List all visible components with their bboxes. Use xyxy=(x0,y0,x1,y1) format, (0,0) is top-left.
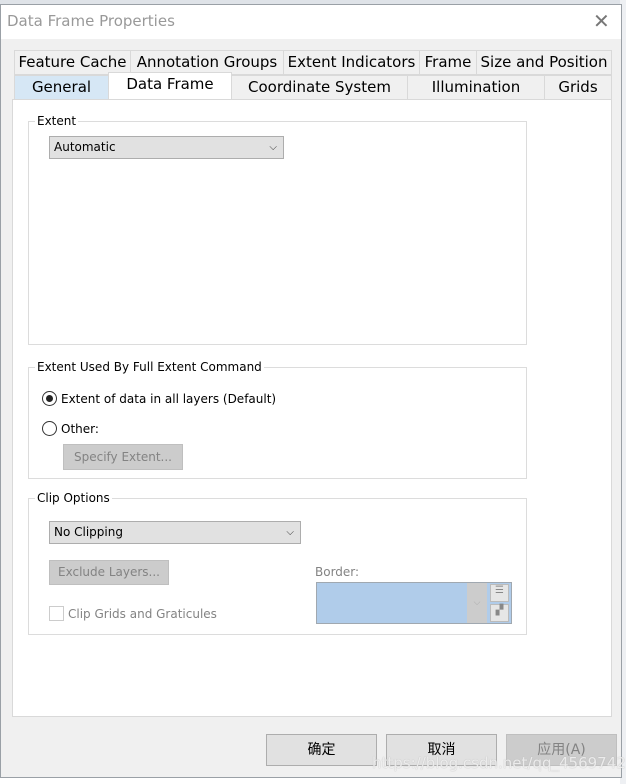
title-bar: Data Frame Properties ✕ xyxy=(1,5,621,39)
ok-button[interactable]: 确定 xyxy=(266,734,377,766)
style-icon[interactable]: ▞ xyxy=(490,604,509,622)
clip-options-group: Clip Options No Clipping ⌵ Exclude Layers… xyxy=(28,491,527,635)
extent-group: Extent Automatic ⌵ xyxy=(28,114,527,345)
window-title: Data Frame Properties xyxy=(7,12,175,30)
border-label: Border: xyxy=(315,565,360,579)
tab-grids[interactable]: Grids xyxy=(544,75,612,100)
border-selector[interactable]: ⌵ ☰ ▞ xyxy=(316,582,512,624)
full-extent-group: Extent Used By Full Extent Command Exten… xyxy=(28,360,527,479)
extent-label: Extent xyxy=(35,114,79,128)
tab-illumination[interactable]: Illumination xyxy=(407,75,545,100)
radio-default-extent[interactable] xyxy=(42,391,57,406)
clip-dropdown[interactable]: No Clipping ⌵ xyxy=(49,521,301,544)
tab-data-frame[interactable]: Data Frame xyxy=(108,72,232,99)
clip-grids-checkbox[interactable] xyxy=(49,606,64,621)
clip-value: No Clipping xyxy=(54,525,123,539)
clip-options-label: Clip Options xyxy=(35,491,112,505)
exclude-layers-button[interactable]: Exclude Layers... xyxy=(49,560,169,585)
dialog: Data Frame Properties ✕ Feature Cache An… xyxy=(0,4,622,778)
default-extent-label: Extent of data in all layers (Default) xyxy=(61,392,277,406)
chevron-down-icon: ⌵ xyxy=(269,142,277,153)
tab-coordinate-system[interactable]: Coordinate System xyxy=(231,75,408,100)
tab-extent-indicators[interactable]: Extent Indicators xyxy=(283,50,420,75)
tab-panel: Extent Automatic ⌵ Extent Used By Full Ex… xyxy=(12,99,612,717)
tab-frame[interactable]: Frame xyxy=(419,50,477,75)
close-icon[interactable]: ✕ xyxy=(593,9,610,33)
extent-dropdown[interactable]: Automatic ⌵ xyxy=(49,136,284,159)
extent-value: Automatic xyxy=(54,140,116,154)
chevron-down-icon[interactable]: ⌵ xyxy=(467,583,487,623)
tab-general[interactable]: General xyxy=(14,75,109,100)
clip-grids-label: Clip Grids and Graticules xyxy=(68,607,217,621)
radio-other-extent[interactable] xyxy=(42,421,57,436)
full-extent-label: Extent Used By Full Extent Command xyxy=(35,360,264,374)
chevron-down-icon: ⌵ xyxy=(286,527,294,538)
tab-size-and-position[interactable]: Size and Position xyxy=(476,50,612,75)
properties-icon[interactable]: ☰ xyxy=(490,584,509,602)
specify-extent-button[interactable]: Specify Extent... xyxy=(63,444,183,470)
other-extent-label: Other: xyxy=(61,422,99,436)
watermark: https://blog.csdn.net/qq_45697428 xyxy=(372,754,626,772)
